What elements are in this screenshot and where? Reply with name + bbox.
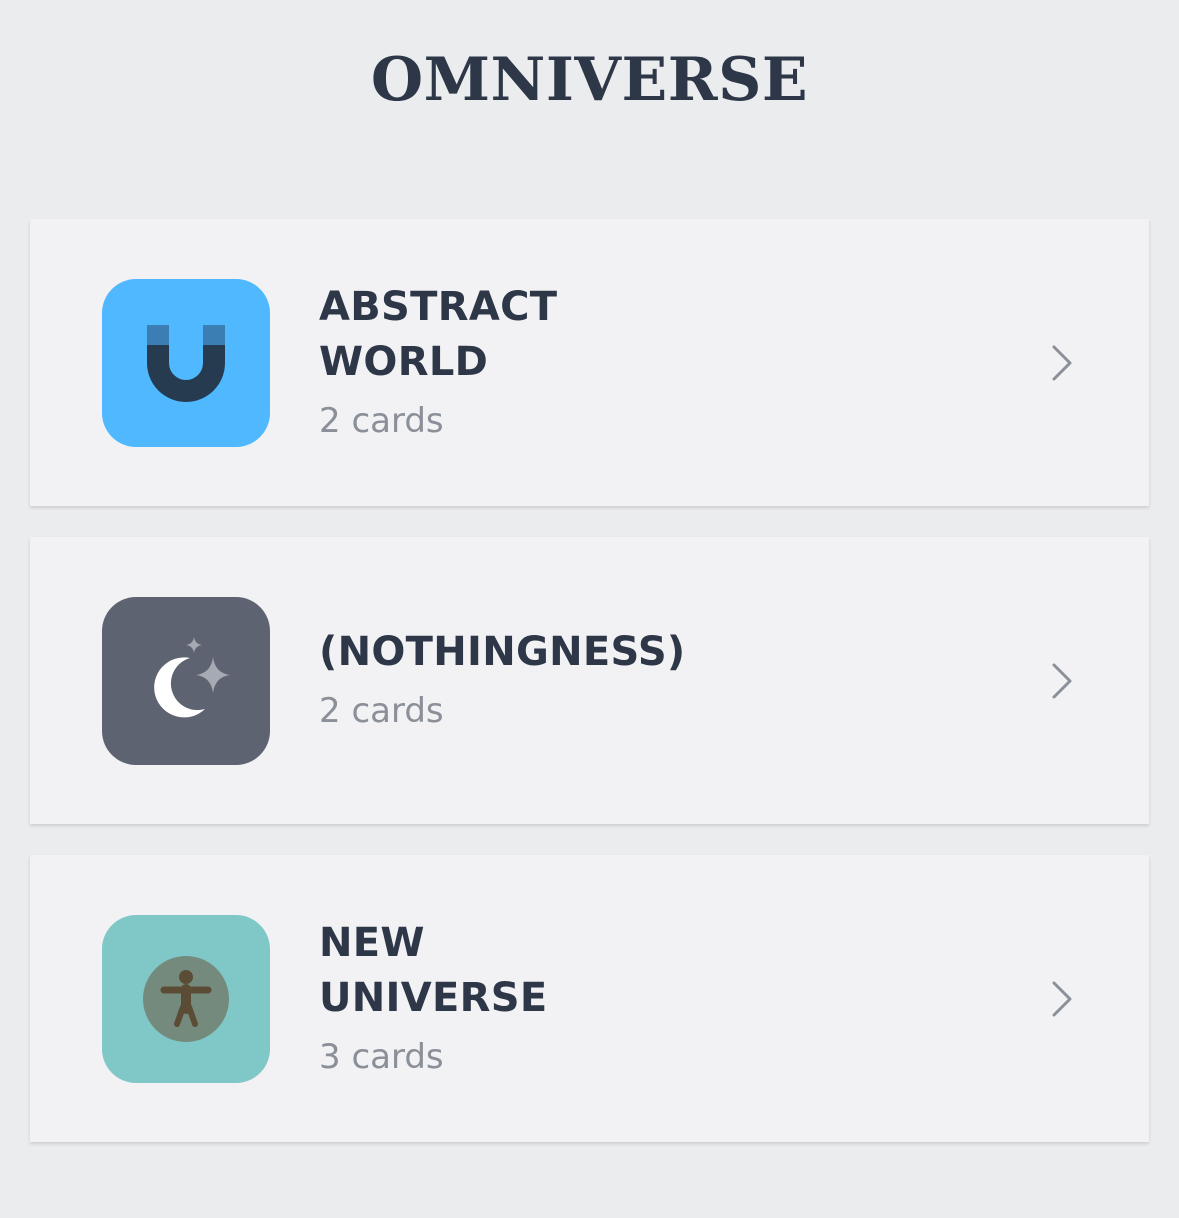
collection-card-nothingness[interactable]: (NOTHINGNESS) 2 cards xyxy=(30,537,1149,824)
chevron-right-icon[interactable] xyxy=(1046,661,1078,701)
page-title: OMNIVERSE xyxy=(370,45,809,115)
collection-card-abstract-world[interactable]: ABSTRACT WORLD 2 cards xyxy=(30,219,1149,506)
magnet-icon xyxy=(102,279,270,447)
card-count: 2 cards xyxy=(319,691,444,731)
card-count: 3 cards xyxy=(319,1036,444,1077)
collection-name: ABSTRACT WORLD xyxy=(319,283,558,385)
collection-name: (NOTHINGNESS) xyxy=(319,629,686,675)
collection-card-new-universe[interactable]: NEW UNIVERSE 3 cards xyxy=(30,855,1149,1142)
accessibility-icon xyxy=(102,915,270,1083)
chevron-right-icon[interactable] xyxy=(1046,343,1078,383)
collection-name: NEW UNIVERSE xyxy=(319,919,548,1021)
chevron-right-icon[interactable] xyxy=(1046,979,1078,1019)
card-count: 2 cards xyxy=(319,400,444,441)
moon-stars-icon xyxy=(102,597,270,765)
